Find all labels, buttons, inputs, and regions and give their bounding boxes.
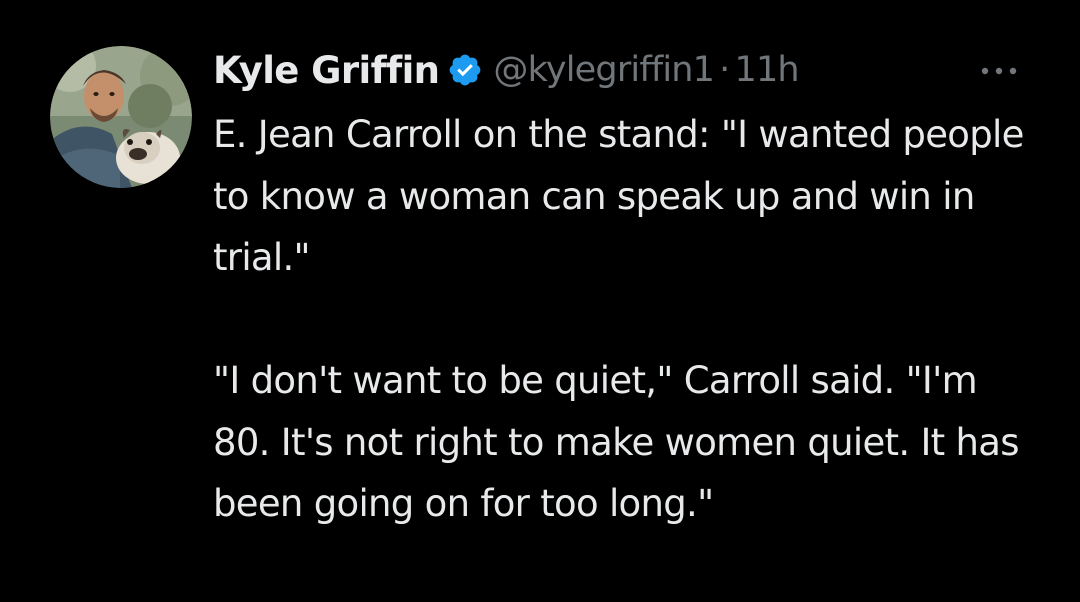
profile-photo	[50, 46, 192, 188]
more-options-icon[interactable]	[968, 54, 1030, 88]
author-handle[interactable]: @kylegriffin1	[493, 50, 715, 90]
separator-dot: ·	[719, 50, 730, 90]
tweet-timestamp[interactable]: 11h	[734, 50, 799, 90]
tweet-paragraph: "I don't want to be quiet," Carroll said…	[213, 359, 1020, 525]
tweet[interactable]: Kyle Griffin @kylegriffin1 · 11h E. Jean…	[0, 0, 1080, 602]
author-display-name[interactable]: Kyle Griffin	[213, 49, 440, 92]
tweet-text: E. Jean Carroll on the stand: "I wanted …	[213, 104, 1043, 535]
tweet-header: Kyle Griffin @kylegriffin1 · 11h	[213, 42, 800, 98]
tweet-paragraph: E. Jean Carroll on the stand: "I wanted …	[213, 113, 1024, 279]
verified-badge-icon[interactable]	[447, 52, 483, 88]
avatar[interactable]	[50, 46, 192, 188]
